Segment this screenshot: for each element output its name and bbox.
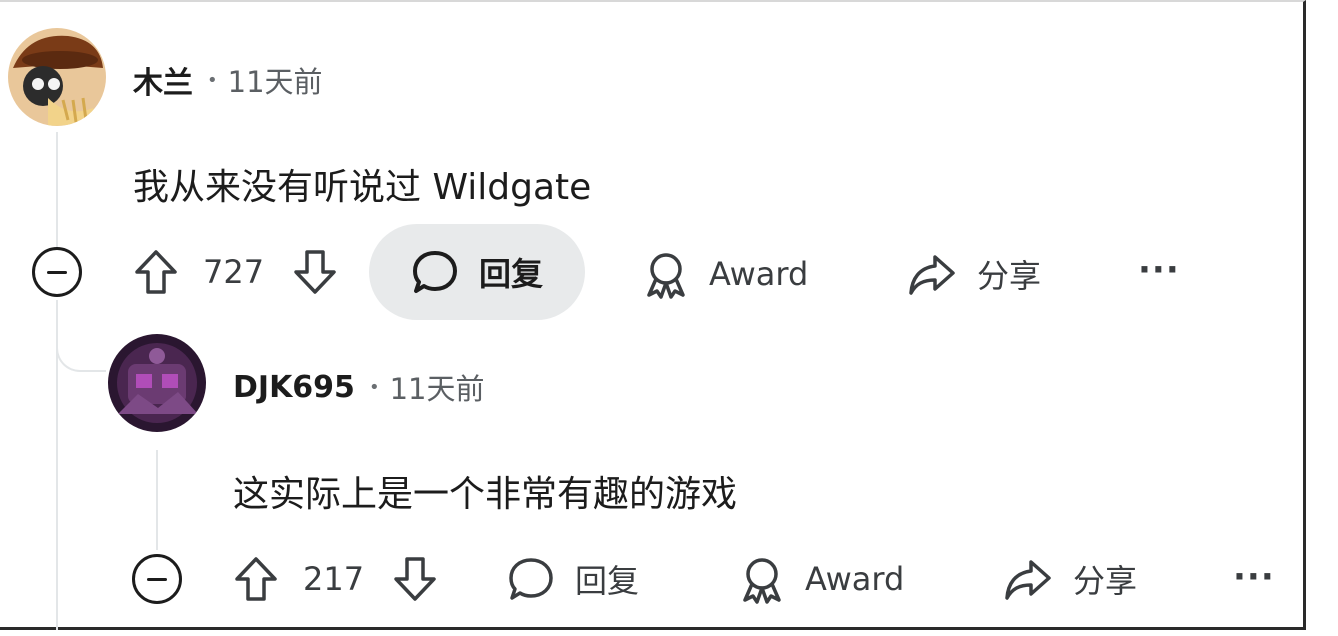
share-label: 分享 bbox=[1073, 562, 1138, 600]
award-label: Award bbox=[709, 255, 809, 293]
award-ribbon-icon bbox=[739, 554, 785, 604]
vote-bar: 727 bbox=[133, 244, 338, 300]
thread-line[interactable] bbox=[156, 450, 158, 550]
vote-count: 217 bbox=[303, 560, 365, 598]
award-ribbon-icon bbox=[643, 249, 689, 299]
comment-meta: 木兰 • 11天前 bbox=[133, 58, 323, 102]
more-options-button[interactable]: ··· bbox=[1233, 557, 1275, 597]
vote-bar: 217 bbox=[233, 551, 438, 607]
comment-body: 我从来没有听说过 Wildgate bbox=[133, 167, 592, 208]
upvote-arrow-icon[interactable] bbox=[233, 555, 279, 603]
share-arrow-icon bbox=[907, 251, 957, 297]
collapse-minus-icon bbox=[47, 270, 67, 274]
timestamp[interactable]: 11天前 bbox=[390, 366, 485, 408]
avatar[interactable] bbox=[8, 28, 106, 126]
downvote-arrow-icon[interactable] bbox=[292, 248, 338, 296]
upvote-arrow-icon[interactable] bbox=[133, 248, 179, 296]
share-button[interactable]: 分享 bbox=[1003, 551, 1137, 607]
thread-line[interactable] bbox=[56, 132, 58, 247]
award-button[interactable]: Award bbox=[739, 551, 904, 607]
more-options-button[interactable]: ··· bbox=[1138, 250, 1180, 290]
author-name[interactable]: 木兰 bbox=[133, 58, 193, 102]
thread-branch bbox=[56, 332, 106, 372]
collapse-minus-icon bbox=[147, 577, 167, 581]
comment-body: 这实际上是一个非常有趣的游戏 bbox=[233, 474, 738, 515]
share-label: 分享 bbox=[977, 257, 1042, 295]
avatar[interactable] bbox=[108, 334, 206, 432]
meta-separator: • bbox=[207, 69, 218, 91]
share-button[interactable]: 分享 bbox=[907, 246, 1041, 302]
author-name[interactable]: DJK695 bbox=[233, 370, 355, 405]
reply-button[interactable]: 回复 bbox=[369, 224, 586, 320]
speech-bubble-icon bbox=[411, 249, 459, 295]
speech-bubble-icon bbox=[507, 556, 555, 602]
collapse-button[interactable] bbox=[32, 247, 82, 297]
award-label: Award bbox=[805, 560, 905, 598]
comment-meta: DJK695 • 11天前 bbox=[233, 366, 484, 408]
meta-separator: • bbox=[368, 376, 380, 398]
collapse-button[interactable] bbox=[132, 554, 182, 604]
award-button[interactable]: Award bbox=[643, 246, 808, 302]
reply-label: 回复 bbox=[479, 255, 544, 293]
comment-thread: 木兰 • 11天前 我从来没有听说过 Wildgate 727 回复 Award… bbox=[0, 0, 1306, 630]
share-arrow-icon bbox=[1003, 556, 1053, 602]
timestamp[interactable]: 11天前 bbox=[228, 59, 323, 101]
vote-count: 727 bbox=[203, 253, 265, 291]
reply-button[interactable]: 回复 bbox=[507, 551, 639, 607]
reply-label: 回复 bbox=[575, 562, 640, 600]
downvote-arrow-icon[interactable] bbox=[392, 555, 438, 603]
